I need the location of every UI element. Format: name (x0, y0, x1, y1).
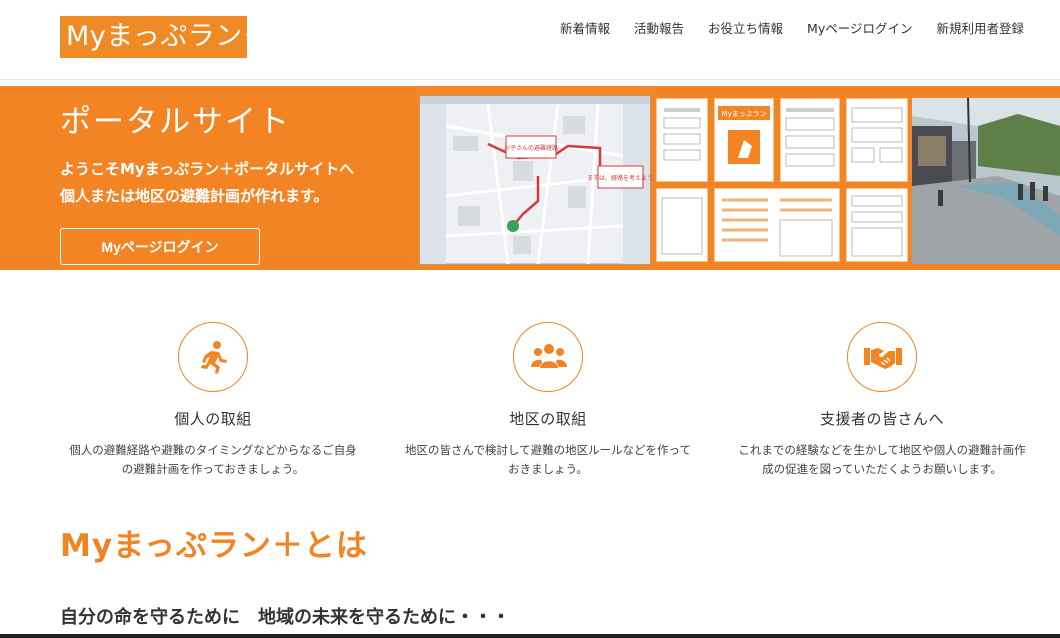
feature-supporters-text-line-1: これまでの経験などを生かして地区や個人の避難計画作 (738, 443, 1026, 457)
feature-supporters-icon-circle (847, 322, 917, 392)
feature-district-text: 地区の皆さんで検討して避難の地区ルールなどを作って おきましょう。 (383, 441, 713, 479)
feature-district-text-line-1: 地区の皆さんで検討して避難の地区ルールなどを作って (404, 443, 691, 457)
hero-banner: ポータルサイト ようこそMyまっぷラン＋ポータルサイトへ 個人または地区の避難計… (0, 86, 1060, 270)
nav-mypage-login[interactable]: Myページログイン (795, 20, 924, 38)
feature-supporters-text: これまでの経験などを生かして地区や個人の避難計画作 成の促進を図っていただくようお… (717, 441, 1047, 479)
feature-district: 地区の取組 地区の皆さんで検討して避難の地区ルールなどを作って おきましょう。 (383, 322, 713, 479)
site-logo[interactable]: Myまっぷラン＋ (60, 16, 270, 58)
nav-register[interactable]: 新規利用者登録 (924, 20, 1024, 38)
about-subtitle: 自分の命を守るために 地域の未来を守るために・・・ (60, 607, 510, 628)
feature-supporters-title: 支援者の皆さんへ (819, 410, 944, 428)
feature-district-icon-circle (513, 322, 583, 392)
map-note-1: お子さんの避難経路 (504, 144, 558, 152)
street-photo (912, 97, 1060, 264)
feature-individual-text: 個人の避難経路や避難のタイミングなどからなるご自身 の避難計画を作っておきましょう… (48, 441, 378, 479)
feature-supporters-text-line-2: 成の促進を図っていただくようお願いします。 (762, 462, 1002, 476)
hero-collage-image: お子さんの避難経路 まずは、経路を考えよう Myまっぷラン (418, 86, 1060, 270)
plan-form-documents: Myまっぷラン (655, 97, 909, 263)
hero-welcome-text: ようこそMyまっぷラン＋ポータルサイトへ 個人または地区の避難計画が作れます。 (60, 156, 354, 210)
hero-title: ポータルサイト (60, 104, 291, 140)
map-screenshot: お子さんの避難経路 まずは、経路を考えよう (419, 95, 653, 265)
feature-district-text-line-2: おきましょう。 (508, 462, 588, 476)
feature-individual: 個人の取組 個人の避難経路や避難のタイミングなどからなるご自身 の避難計画を作って… (48, 322, 378, 479)
main-nav: 新着情報 活動報告 お役立ち情報 Myページログイン 新規利用者登録 (548, 20, 1024, 38)
people-group-icon (531, 344, 567, 368)
bottom-border (0, 634, 1060, 638)
feature-individual-title: 個人の取組 (174, 410, 252, 428)
hero-welcome-line-2: 個人または地区の避難計画が作れます。 (60, 187, 329, 205)
form-title: Myまっぷラン (722, 110, 767, 118)
features-section: 個人の取組 個人の避難経路や避難のタイミングなどからなるご自身 の避難計画を作って… (0, 322, 1060, 492)
hero-mypage-login-button[interactable]: Myページログイン (60, 228, 260, 265)
feature-individual-icon-circle (178, 322, 248, 392)
hero-welcome-line-1: ようこそMyまっぷラン＋ポータルサイトへ (60, 160, 355, 178)
feature-district-title: 地区の取組 (509, 410, 587, 428)
nav-activity-report[interactable]: 活動報告 (622, 20, 696, 38)
feature-individual-text-line-1: 個人の避難経路や避難のタイミングなどからなるご自身 (69, 443, 357, 457)
nav-news[interactable]: 新着情報 (548, 20, 622, 38)
running-person-icon (201, 341, 227, 374)
handshake-icon (864, 348, 902, 369)
feature-individual-text-line-2: の避難計画を作っておきましょう。 (121, 462, 305, 476)
map-note-2: まずは、経路を考えよう (587, 174, 653, 182)
feature-supporters: 支援者の皆さんへ これまでの経験などを生かして地区や個人の避難計画作 成の促進を図… (717, 322, 1047, 479)
nav-useful-info[interactable]: お役立ち情報 (696, 20, 795, 38)
about-title: Myまっぷラン＋とは (60, 528, 368, 564)
site-header: Myまっぷラン＋ 新着情報 活動報告 お役立ち情報 Myページログイン 新規利用… (0, 0, 1060, 80)
